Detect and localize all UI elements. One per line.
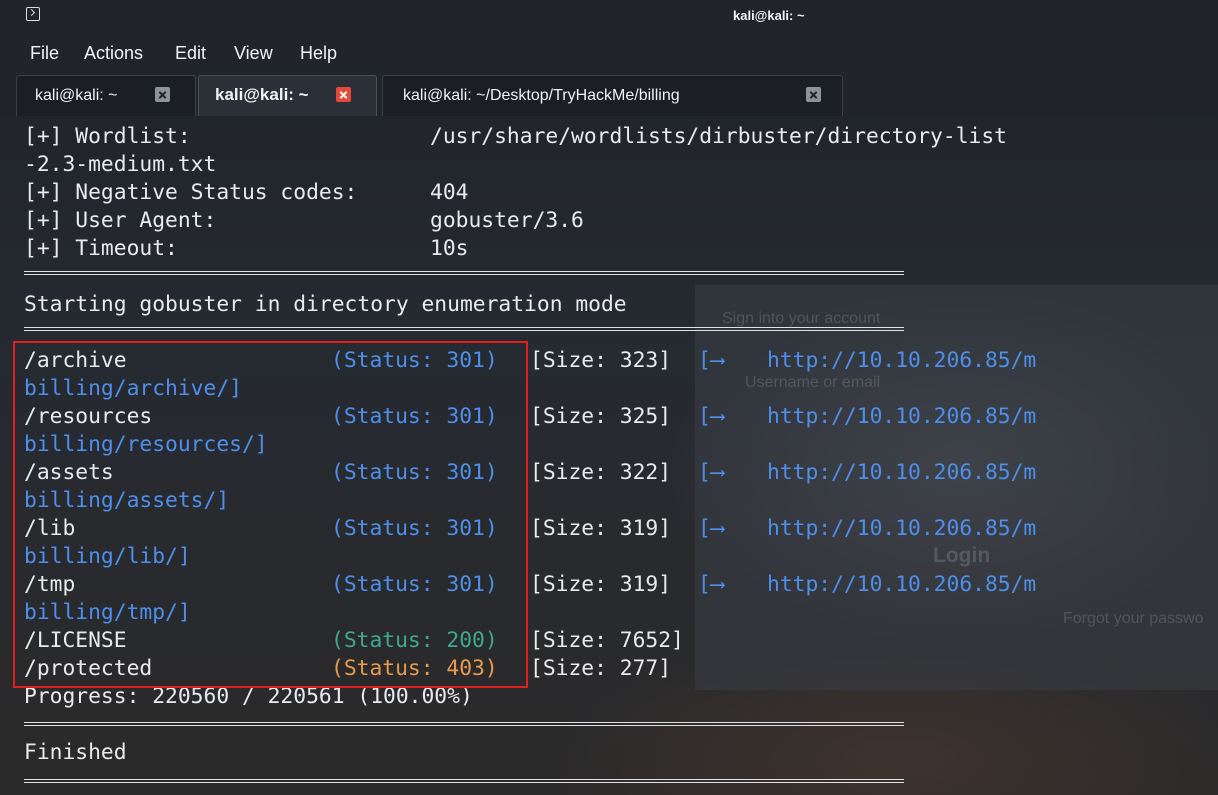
neg-status-label: [+] Negative Status codes: bbox=[24, 180, 358, 205]
menu-actions[interactable]: Actions bbox=[84, 43, 143, 64]
result-size: [Size: 325] bbox=[530, 404, 672, 429]
result-size: [Size: 277] bbox=[530, 656, 672, 681]
redirect-arrow: [⟶ bbox=[698, 516, 737, 541]
tab-3-close-icon[interactable] bbox=[806, 87, 821, 102]
starting-line: Starting gobuster in directory enumerati… bbox=[24, 292, 627, 317]
neg-status-value: 404 bbox=[430, 180, 469, 205]
tab-3[interactable]: kali@kali: ~/Desktop/TryHackMe/billing bbox=[382, 75, 843, 116]
menu-view[interactable]: View bbox=[234, 43, 273, 64]
separator-3 bbox=[24, 722, 904, 726]
tab-1[interactable]: kali@kali: ~ bbox=[16, 75, 196, 116]
result-size: [Size: 319] bbox=[530, 516, 672, 541]
result-size: [Size: 323] bbox=[530, 348, 672, 373]
wordlist-label: [+] Wordlist: bbox=[24, 124, 191, 149]
timeout-label: [+] Timeout: bbox=[24, 236, 178, 261]
redirect-arrow: [⟶ bbox=[698, 460, 737, 485]
result-size: [Size: 319] bbox=[530, 572, 672, 597]
redirect-url[interactable]: http://10.10.206.85/m bbox=[767, 404, 1036, 429]
separator-4 bbox=[24, 779, 904, 783]
redirect-url[interactable]: http://10.10.206.85/m bbox=[767, 516, 1036, 541]
redirect-arrow: [⟶ bbox=[698, 404, 737, 429]
tab-3-label: kali@kali: ~/Desktop/TryHackMe/billing bbox=[403, 87, 680, 104]
user-agent-value: gobuster/3.6 bbox=[430, 208, 584, 233]
redirect-arrow: [⟶ bbox=[698, 348, 737, 373]
redirect-url[interactable]: http://10.10.206.85/m bbox=[767, 348, 1036, 373]
tab-2[interactable]: kali@kali: ~ bbox=[198, 75, 377, 116]
tab-2-close-icon[interactable] bbox=[336, 87, 351, 102]
finished-line: Finished bbox=[24, 740, 127, 765]
window-title: kali@kali: ~ bbox=[733, 8, 805, 23]
tab-1-label: kali@kali: ~ bbox=[35, 87, 118, 104]
menu-help[interactable]: Help bbox=[300, 43, 337, 64]
result-size: [Size: 322] bbox=[530, 460, 672, 485]
separator-1 bbox=[24, 271, 904, 275]
user-agent-label: [+] User Agent: bbox=[24, 208, 217, 233]
separator-2 bbox=[24, 327, 904, 331]
terminal-icon bbox=[26, 7, 40, 21]
wordlist-value-cont: -2.3-medium.txt bbox=[24, 152, 217, 177]
redirect-url[interactable]: http://10.10.206.85/m bbox=[767, 572, 1036, 597]
result-size: [Size: 7652] bbox=[530, 628, 684, 653]
menu-file[interactable]: File bbox=[30, 43, 59, 64]
title-bar: kali@kali: ~ bbox=[0, 0, 1218, 36]
wordlist-value: /usr/share/wordlists/dirbuster/directory… bbox=[430, 124, 1007, 149]
tab-2-label: kali@kali: ~ bbox=[215, 85, 309, 104]
tab-1-close-icon[interactable] bbox=[155, 87, 170, 102]
redirect-arrow: [⟶ bbox=[698, 572, 737, 597]
menu-bar: File Actions Edit View Help bbox=[0, 36, 1218, 70]
highlight-box bbox=[13, 341, 528, 688]
tab-bar: kali@kali: ~ kali@kali: ~ kali@kali: ~/D… bbox=[0, 70, 1218, 116]
redirect-url[interactable]: http://10.10.206.85/m bbox=[767, 460, 1036, 485]
timeout-value: 10s bbox=[430, 236, 469, 261]
menu-edit[interactable]: Edit bbox=[175, 43, 206, 64]
